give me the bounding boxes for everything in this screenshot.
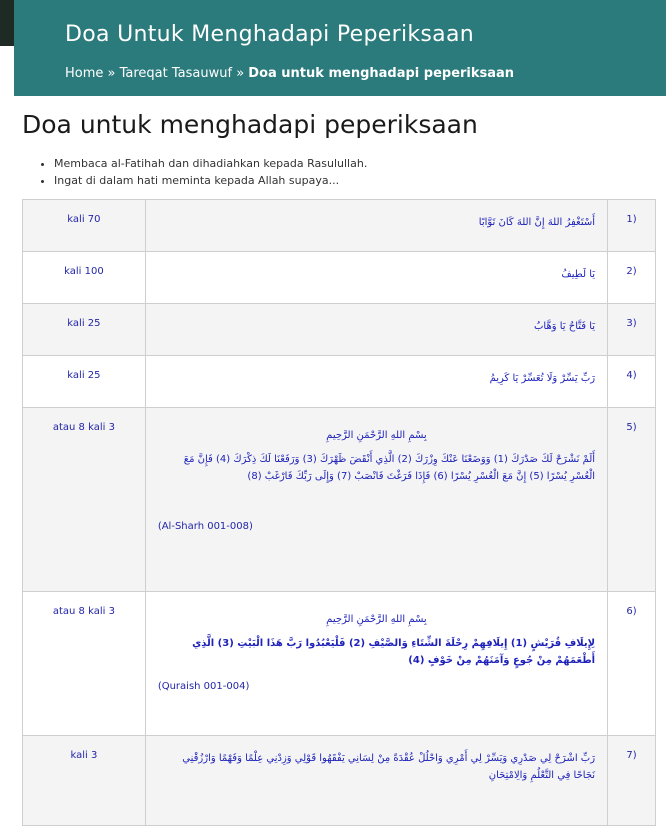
repetition-count: kali 70 <box>22 199 146 252</box>
breadcrumb-home-link[interactable]: Home <box>65 66 103 81</box>
table-row: kali 25 يَا فَتَّاحُ يَا وَهَّابُ (3 <box>22 303 656 356</box>
arabic-prayer: يَا لَطِيفُ <box>144 251 609 304</box>
instruction-item: Ingat di dalam hati meminta kepada Allah… <box>54 172 367 189</box>
row-number: (1 <box>607 199 656 252</box>
repetition-count: kali 100 <box>22 251 146 304</box>
repetition-count: kali 25 <box>22 303 146 356</box>
table-row: kali 70 أَسْتَغْفِرُ اللهَ إِنَّ اللهَ ك… <box>22 199 656 252</box>
breadcrumb-current: Doa untuk menghadapi peperiksaan <box>248 66 515 81</box>
arabic-prayer: بِسْمِ اللهِ الرَّحْمَنِ الرَّحِيمِ أَلَ… <box>144 407 609 592</box>
background-photo-strip <box>0 0 14 46</box>
page-header: Doa Untuk Menghadapi Peperiksaan Home » … <box>14 0 666 96</box>
arabic-prayer: يَا فَتَّاحُ يَا وَهَّابُ <box>144 303 609 356</box>
arabic-prayer: رَبِّ يَسِّرْ وَلَا تُعَسِّرْ يَا كَرِيم… <box>144 355 609 408</box>
breadcrumb-separator: » <box>232 66 249 81</box>
row-number: (3 <box>607 303 656 356</box>
table-row: atau 8 kali 3 بِسْمِ اللهِ الرَّحْمَنِ ا… <box>22 591 656 736</box>
instruction-item: Membaca al-Fatihah dan dihadiahkan kepad… <box>54 155 367 172</box>
row-number: (4 <box>607 355 656 408</box>
row-number: (6 <box>607 591 656 736</box>
repetition-count: atau 8 kali 3 <box>22 591 146 736</box>
table-row: kali 25 رَبِّ يَسِّرْ وَلَا تُعَسِّرْ يَ… <box>22 355 656 408</box>
surah-reference: (Al-Sharh 001-008) <box>157 521 253 532</box>
breadcrumb-category-link[interactable]: Tareqat Tasauwuf <box>120 66 232 81</box>
prayer-text: أَسْتَغْفِرُ اللهَ إِنَّ اللهَ كَانَ تَو… <box>478 217 596 228</box>
arabic-prayer: رَبِّ اشْرَحْ لِي صَدْرِي وَيَسِّرْ لِي … <box>144 735 609 826</box>
breadcrumb: Home » Tareqat Tasauwuf » Doa untuk meng… <box>65 66 514 81</box>
row-number: (7 <box>607 735 656 826</box>
doa-table: kali 70 أَسْتَغْفِرُ اللهَ إِنَّ اللهَ ك… <box>22 199 656 826</box>
prayer-text: لِإِيلَافِ قُرَيْشٍ (1) إِيلَافِهِمْ رِح… <box>192 638 596 666</box>
prayer-text: أَلَمْ نَشْرَحْ لَكَ صَدْرَكَ (1) وَوَضَ… <box>183 454 596 482</box>
page-title: Doa untuk menghadapi peperiksaan <box>22 110 478 139</box>
header-title: Doa Untuk Menghadapi Peperiksaan <box>65 22 474 47</box>
prayer-text: يَا لَطِيفُ <box>561 269 596 280</box>
arabic-prayer: بِسْمِ اللهِ الرَّحْمَنِ الرَّحِيمِ لِإِ… <box>144 591 609 736</box>
repetition-count: kali 25 <box>22 355 146 408</box>
table-row: atau 8 kali 3 بِسْمِ اللهِ الرَّحْمَنِ ا… <box>22 407 656 592</box>
table-row: kali 100 يَا لَطِيفُ (2 <box>22 251 656 304</box>
surah-reference: (Quraish 001-004) <box>157 681 250 692</box>
prayer-text: رَبِّ يَسِّرْ وَلَا تُعَسِّرْ يَا كَرِيم… <box>489 373 596 384</box>
arabic-prayer: أَسْتَغْفِرُ اللهَ إِنَّ اللهَ كَانَ تَو… <box>144 199 609 252</box>
row-number: (5 <box>607 407 656 592</box>
row-number: (2 <box>607 251 656 304</box>
basmala: بِسْمِ اللهِ الرَّحْمَنِ الرَّحِيمِ <box>326 614 427 625</box>
basmala: بِسْمِ اللهِ الرَّحْمَنِ الرَّحِيمِ <box>326 430 427 441</box>
table-row: kali 3 رَبِّ اشْرَحْ لِي صَدْرِي وَيَسِّ… <box>22 735 656 826</box>
repetition-count: atau 8 kali 3 <box>22 407 146 592</box>
repetition-count: kali 3 <box>22 735 146 826</box>
breadcrumb-separator: » <box>103 66 120 81</box>
prayer-text: رَبِّ اشْرَحْ لِي صَدْرِي وَيَسِّرْ لِي … <box>182 753 596 781</box>
instruction-list: Membaca al-Fatihah dan dihadiahkan kepad… <box>38 155 367 189</box>
prayer-text: يَا فَتَّاحُ يَا وَهَّابُ <box>534 321 596 332</box>
